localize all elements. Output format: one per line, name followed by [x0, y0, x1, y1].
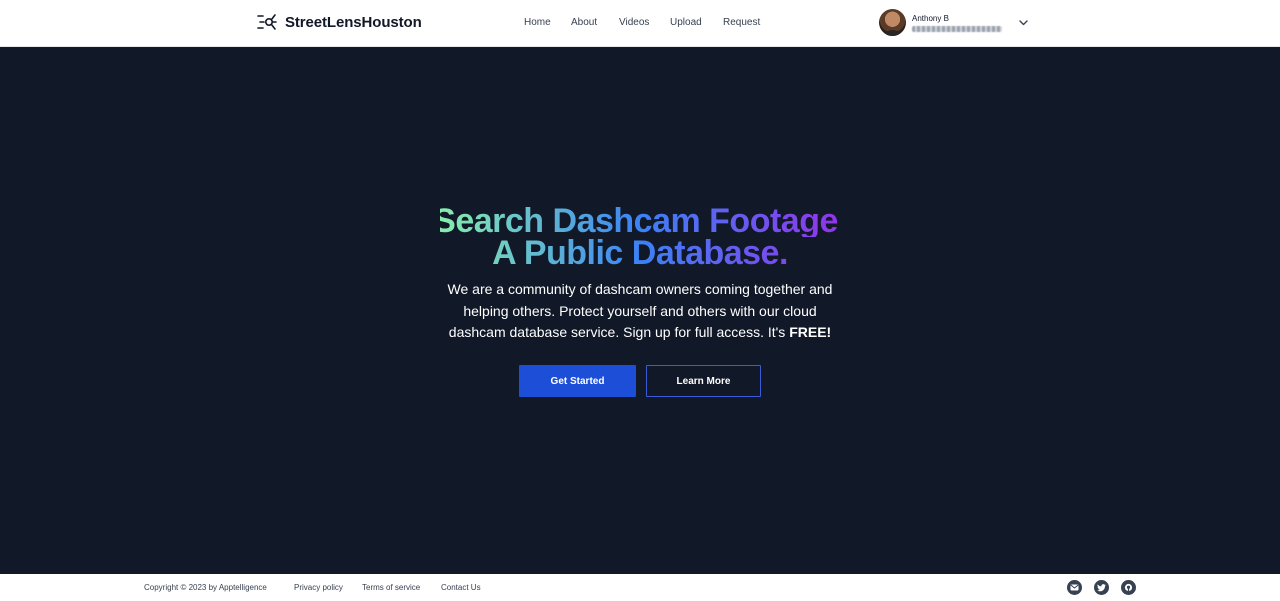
chevron-down-icon[interactable]: [1018, 18, 1028, 28]
terms-of-service-link[interactable]: Terms of service: [362, 583, 420, 592]
twitter-icon[interactable]: [1094, 580, 1109, 595]
nav-upload[interactable]: Upload: [670, 17, 702, 28]
nav-videos[interactable]: Videos: [619, 17, 649, 28]
hero-subtitle-text: We are a community of dashcam owners com…: [447, 281, 833, 340]
user-name: Anthony B: [912, 13, 949, 23]
site-footer: Copyright © 2023 by Apptelligence Privac…: [0, 574, 1280, 601]
learn-more-button[interactable]: Learn More: [646, 365, 761, 397]
avatar: [879, 9, 906, 36]
get-started-button[interactable]: Get Started: [519, 365, 636, 397]
site-header: StreetLensHouston Home About Videos Uplo…: [0, 0, 1280, 47]
main-nav: Home About Videos Upload Request: [0, 17, 1280, 31]
copyright-text: Copyright © 2023 by Apptelligence: [144, 583, 267, 592]
hero-title-line1: Search Dashcam Footage.: [0, 204, 1280, 238]
nav-home[interactable]: Home: [524, 17, 551, 28]
nav-about[interactable]: About: [571, 17, 597, 28]
hero-section: Search Dashcam Footage. A Public Databas…: [0, 48, 1280, 574]
mail-icon[interactable]: [1067, 580, 1082, 595]
contact-us-link[interactable]: Contact Us: [441, 583, 481, 592]
privacy-policy-link[interactable]: Privacy policy: [294, 583, 343, 592]
hero-subtitle: We are a community of dashcam owners com…: [440, 279, 840, 344]
hero-subtitle-emphasis: FREE!: [789, 324, 832, 340]
user-menu[interactable]: Anthony B: [879, 9, 1028, 36]
user-info: Anthony B: [912, 14, 1002, 32]
hero-title-line2: A Public Database.: [0, 236, 1280, 270]
user-email-redacted: [912, 25, 1002, 32]
github-icon[interactable]: [1121, 580, 1136, 595]
nav-request[interactable]: Request: [723, 17, 760, 28]
